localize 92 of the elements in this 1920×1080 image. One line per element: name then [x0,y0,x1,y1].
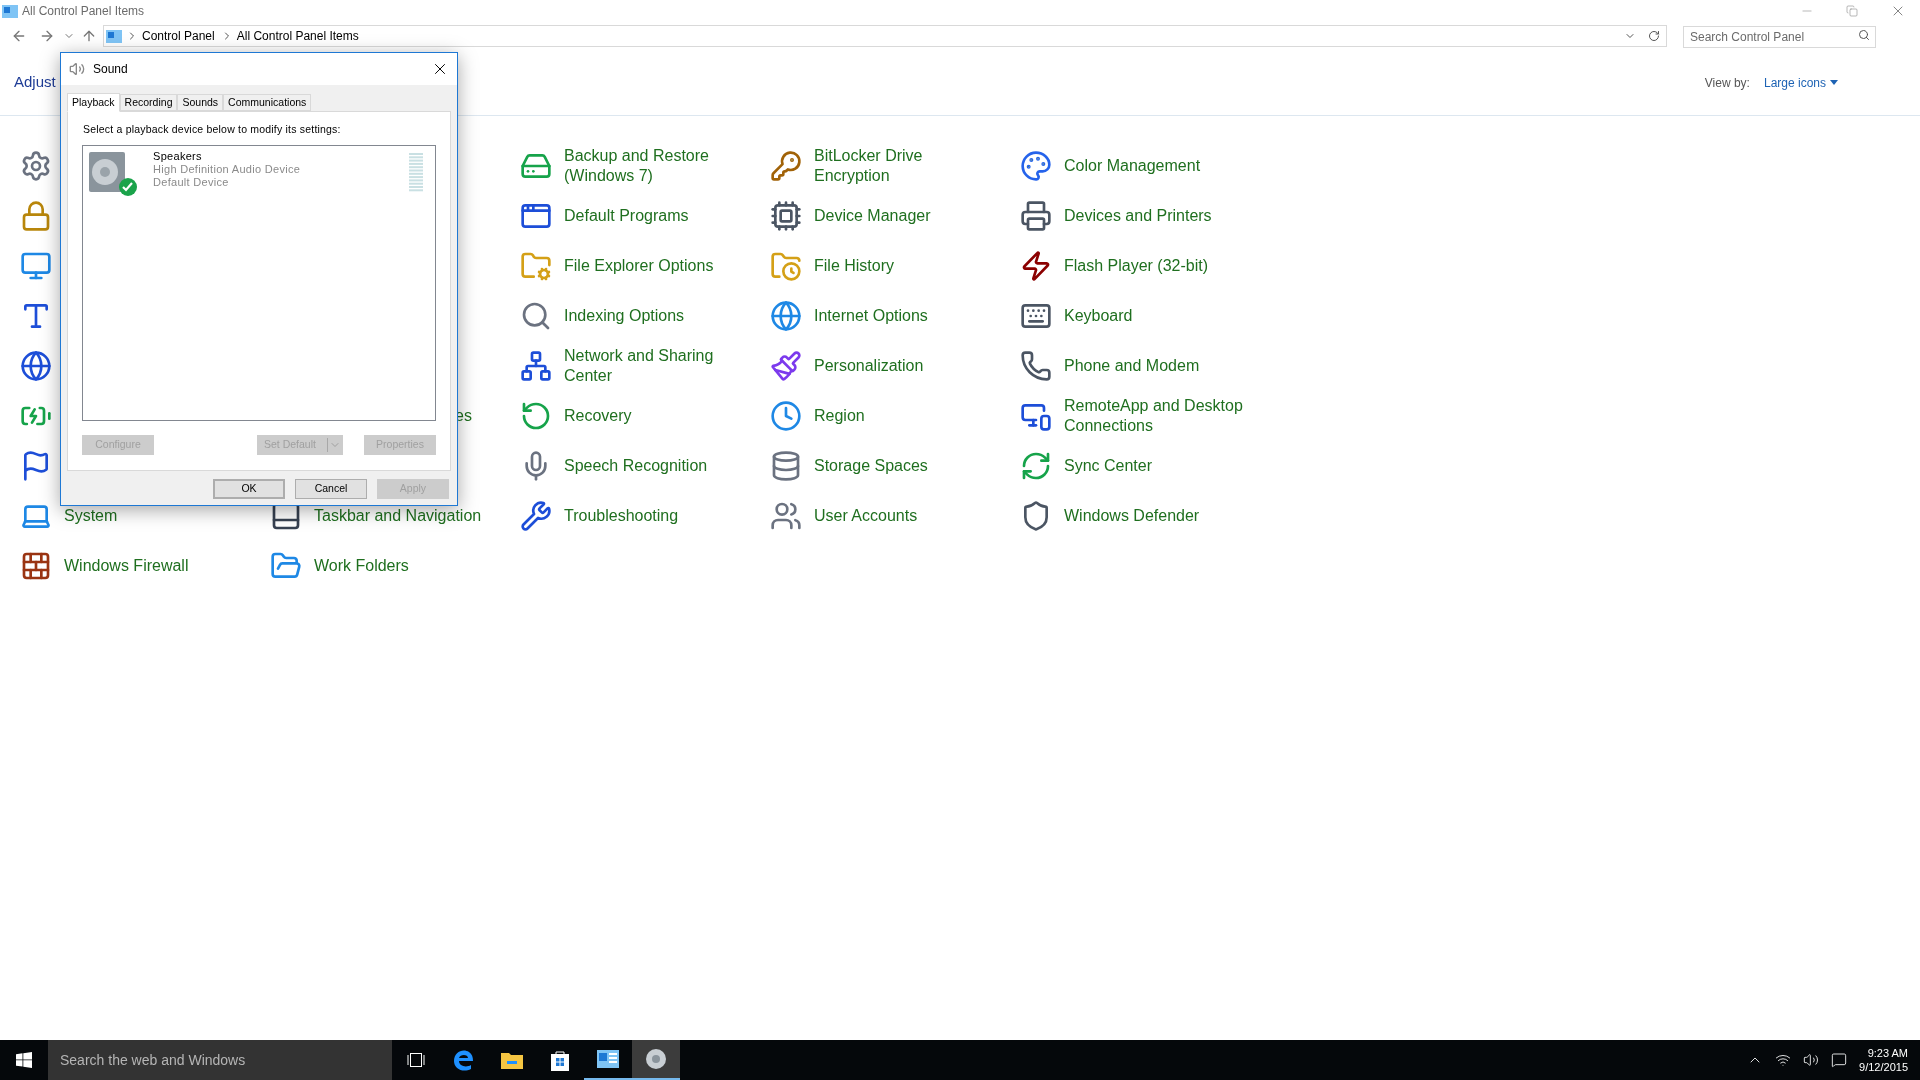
control-panel-link[interactable]: Work Folders [268,550,508,582]
phone-icon [1020,350,1052,382]
view-by-dropdown[interactable]: Large icons [1763,73,1838,92]
control-panel-link[interactable]: Device Manager [768,200,1008,232]
back-icon[interactable] [11,28,27,44]
notification-icon[interactable] [1831,1052,1848,1068]
task-view-icon [407,1053,425,1067]
lightning-icon [1020,250,1052,282]
network-icon [520,350,552,382]
control-panel-link[interactable]: Default Programs [518,200,758,232]
search-field[interactable]: Search Control Panel [1683,26,1876,48]
control-panel-link[interactable]: Recovery [518,400,758,432]
control-panel-link[interactable]: System [18,500,258,532]
safe-icon[interactable] [20,200,52,232]
brick-wall-icon [20,550,52,582]
up-icon[interactable] [81,28,97,44]
wrench-icon [520,500,552,532]
speaker-icon [69,61,85,77]
control-panel-link[interactable]: Windows Defender [1018,500,1258,532]
control-panel-link[interactable]: Sync Center [1018,450,1258,482]
control-panel-link[interactable]: Phone and Modem [1018,350,1258,382]
folder-icon [520,250,552,282]
dialog-tab[interactable]: Communications [223,94,312,111]
device-status: Default Device [153,175,230,189]
clock[interactable]: 9:23 AM 9/12/2015 [1859,1046,1908,1074]
palette-icon [1020,150,1052,182]
control-panel-link[interactable]: User Accounts [768,500,1008,532]
control-panel-link[interactable]: Network and Sharing Center [518,346,758,386]
dialog-button[interactable]: Cancel [295,479,367,499]
dialog-tab[interactable]: Recording [119,94,178,111]
clock-icon [770,400,802,432]
instruction-text: Select a playback device below to modify its settings: [83,122,342,137]
sync-icon [1020,450,1052,482]
control-panel-link[interactable]: Personalization [768,350,1008,382]
restore-icon [520,400,552,432]
page-heading: Adjust [14,72,56,93]
control-panel-link[interactable]: Color Management [1018,150,1258,182]
windows-logo-icon [16,1052,32,1068]
refresh-icon[interactable] [1648,30,1660,42]
globe-icon [770,300,802,332]
control-panel-link[interactable]: Indexing Options [518,300,758,332]
control-panel-link[interactable]: Flash Player (32-bit) [1018,250,1258,282]
address-bar[interactable]: Control Panel All Control Panel Items [103,25,1667,47]
dialog-button[interactable]: OK [213,479,285,499]
browser-e-icon [453,1049,475,1071]
control-panel-link[interactable]: Region [768,400,1008,432]
paintbrush-icon [770,350,802,382]
breadcrumb[interactable]: Control Panel [142,27,215,45]
storage-icon [770,450,802,482]
search-icon [1858,29,1870,41]
users-icon [770,500,802,532]
network-icon[interactable] [1775,1052,1792,1068]
level-meter [409,152,423,192]
key-icon [770,150,802,182]
volume-icon[interactable] [1803,1052,1820,1068]
control-panel-link[interactable]: Devices and Printers [1018,200,1258,232]
caret-icon [1830,80,1838,85]
control-panel-link[interactable]: Backup and Restore (Windows 7) [518,146,758,186]
globe-icon[interactable] [20,350,52,382]
chip-icon [770,200,802,232]
dialog-title: Sound [93,61,128,78]
folder-clock-icon [770,250,802,282]
monitor-icon[interactable] [20,250,52,282]
window-title: All Control Panel Items [22,3,145,20]
control-panel-link[interactable]: Internet Options [768,300,1008,332]
shopping-bag-icon [550,1049,570,1071]
control-panel-link[interactable]: File History [768,250,1008,282]
control-panel-link[interactable]: File Explorer Options [518,250,758,282]
gear-icon[interactable] [20,150,52,182]
control-panel-link[interactable]: Windows Firewall [18,550,258,582]
dialog-tab[interactable]: Sounds [177,94,224,111]
control-panel-link[interactable]: RemoteApp and Desktop Connections [1018,396,1258,436]
view-by-label: View by: [1704,74,1750,92]
device-description: High Definition Audio Device [153,162,301,176]
control-panel-icon [597,1050,619,1068]
taskbar-search-field[interactable]: Search the web and Windows [48,1040,392,1080]
control-panel-link[interactable]: Speech Recognition [518,450,758,482]
control-panel-link[interactable]: BitLocker Drive Encryption [768,146,1008,186]
breadcrumb[interactable]: All Control Panel Items [236,27,359,45]
device-name: Speakers [153,149,203,163]
speaker-icon [645,1048,667,1070]
control-panel-link[interactable]: Troubleshooting [518,500,758,532]
control-panel-icon [2,4,18,18]
control-panel-link[interactable]: Storage Spaces [768,450,1008,482]
magnifier-icon [520,300,552,332]
forward-icon[interactable] [39,28,55,44]
control-panel-icon [106,29,122,43]
dialog-tab[interactable]: Playback [67,93,120,112]
printer-icon [1020,200,1052,232]
control-panel-link[interactable]: Keyboard [1018,300,1258,332]
taskbar-app[interactable] [632,1040,680,1080]
folder-icon [501,1051,523,1069]
